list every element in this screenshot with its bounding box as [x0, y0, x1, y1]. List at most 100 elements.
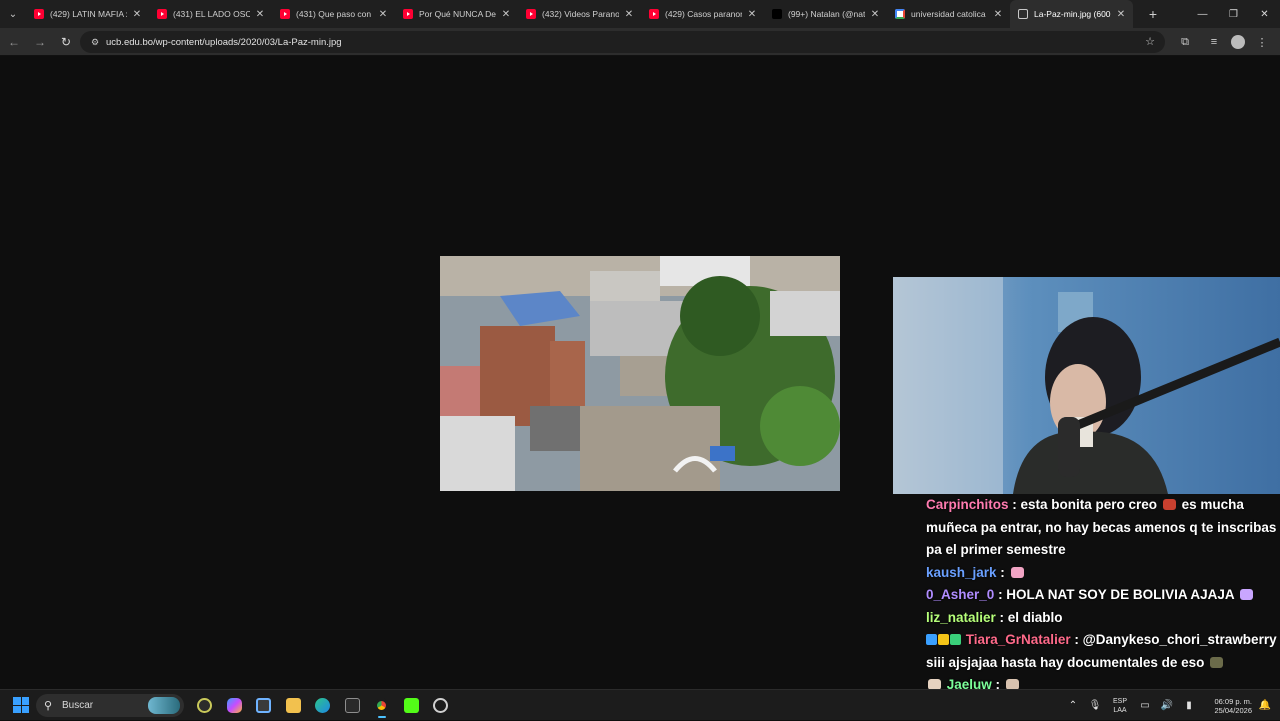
browser-tab[interactable]: (431) EL LADO OSCURO ✕: [149, 0, 272, 28]
system-tray: ⌃ 🎙 ESP LAA ▭ 🔊 ▮ 06:09 p. m. 25/04/2026 🔔: [1062, 690, 1274, 721]
chat-badge-icon: [926, 634, 937, 645]
browser-tab[interactable]: Por Qué NUNCA Deb ✕: [395, 0, 518, 28]
taskbar-search-box[interactable]: ⚲ Buscar: [36, 694, 184, 717]
chat-emote-icon: [1239, 589, 1253, 600]
tab-title: Por Qué NUNCA Deb: [419, 9, 496, 19]
taskbar-app-obs[interactable]: [426, 693, 456, 718]
chat-username[interactable]: Jaeluw: [947, 677, 992, 689]
input-language[interactable]: ESP LAA: [1106, 697, 1134, 715]
chat-emote-icon: [928, 679, 941, 689]
tab-title: La-Paz-min.jpg (600: [1034, 9, 1111, 19]
browser-tab[interactable]: La-Paz-min.jpg (600 ✕: [1010, 0, 1133, 28]
chat-username[interactable]: liz_natalier: [926, 610, 996, 625]
google-icon: [895, 9, 905, 19]
chat-message: kaush_jark :: [922, 562, 1280, 585]
close-window-icon[interactable]: ✕: [1249, 0, 1280, 28]
kick-icon: [403, 698, 419, 713]
battery-icon[interactable]: ▮: [1178, 700, 1200, 711]
chat-emote-icon: [1210, 656, 1224, 668]
minimize-icon[interactable]: —: [1187, 0, 1218, 28]
media-controls-icon[interactable]: ≡: [1202, 30, 1226, 54]
copilot-icon: [226, 698, 242, 713]
chat-text: :: [991, 677, 1004, 689]
browser-tab[interactable]: universidad catolica b ✕: [887, 0, 1010, 28]
chat-username[interactable]: Carpinchitos: [926, 497, 1009, 512]
chat-message: liz_natalier : el diablo: [922, 607, 1280, 630]
chat-username[interactable]: 0_Asher_0: [926, 587, 994, 602]
taskbar-app-kick[interactable]: [397, 693, 427, 718]
chat-text: : esta bonita pero creo: [1008, 497, 1161, 512]
tab-title: (429) Casos paranorm: [665, 9, 742, 19]
page-viewport: Carpinchitos : esta bonita pero creo es …: [0, 57, 1280, 689]
restore-icon[interactable]: ❐: [1218, 0, 1249, 28]
clock[interactable]: 06:09 p. m. 25/04/2026: [1200, 697, 1252, 715]
obs-icon: [433, 698, 449, 713]
lang-line-1: ESP: [1112, 697, 1127, 705]
tab-close-icon[interactable]: ✕: [746, 9, 758, 20]
taskbar-app-copilot[interactable]: [220, 693, 250, 718]
new-tab-button[interactable]: +: [1141, 6, 1165, 22]
chat-text: : el diablo: [995, 609, 1063, 625]
browser-tab[interactable]: (429) Casos paranorm ✕: [641, 0, 764, 28]
youtube-icon: [280, 9, 290, 19]
tab-title: (431) EL LADO OSCURO: [173, 9, 250, 19]
tab-close-icon[interactable]: ✕: [869, 9, 881, 20]
clock-time: 06:09 p. m.: [1214, 696, 1252, 706]
tab-close-icon[interactable]: ✕: [377, 9, 389, 20]
tray-overflow-chevron-icon[interactable]: ⌃: [1062, 700, 1084, 711]
youtube-icon: [34, 9, 44, 19]
browser-tab[interactable]: (429) LATIN MAFIA x ✕: [26, 0, 149, 28]
forward-button[interactable]: →: [28, 30, 52, 54]
browser-tab[interactable]: (431) Que paso con e ✕: [272, 0, 395, 28]
chat-message: Jaeluw :: [922, 674, 1280, 689]
tab-close-icon[interactable]: ✕: [623, 9, 635, 20]
toolbar-actions: ⧉ ≡ ⋮: [1168, 30, 1274, 54]
windows-taskbar: ⚲ Buscar ⌃ 🎙 ESP LAA ▭ 🔊 ▮ 06:09 p. m. 25/…: [0, 689, 1280, 720]
menu-icon[interactable]: ⋮: [1250, 30, 1274, 54]
browser-tab[interactable]: (432) Videos Paranor ✕: [518, 0, 641, 28]
tab-title: (432) Videos Paranor: [542, 9, 619, 19]
volume-icon[interactable]: 🔊: [1156, 700, 1178, 711]
browser-tab[interactable]: (99+) Natalan (@nata ✕: [764, 0, 887, 28]
tiktok-icon: [772, 9, 782, 19]
taskbar-app-edge[interactable]: [308, 693, 338, 718]
folder-icon: [285, 698, 301, 713]
chrome-icon: [374, 698, 390, 713]
reload-button[interactable]: ↻: [54, 30, 78, 54]
address-bar[interactable]: ⚙ ucb.edu.bo/wp-content/uploads/2020/03/…: [80, 31, 1165, 53]
chat-message: Tiara_GrNatalier : @Danykeso_chori_straw…: [922, 629, 1280, 674]
taskbar-app-explorer[interactable]: [279, 693, 309, 718]
profile-avatar[interactable]: [1231, 35, 1245, 49]
tab-close-icon[interactable]: ✕: [500, 9, 512, 20]
taskbar-app-store[interactable]: [249, 693, 279, 718]
taskbar-app-widgets[interactable]: [190, 693, 220, 718]
globe-icon: [1018, 9, 1028, 19]
taskbar-app-chrome[interactable]: [367, 693, 397, 718]
url-text[interactable]: ucb.edu.bo/wp-content/uploads/2020/03/La…: [106, 37, 342, 48]
taskbar-app-xbox[interactable]: [338, 693, 368, 718]
tab-title: universidad catolica b: [911, 9, 988, 19]
chat-username[interactable]: Tiara_GrNatalier: [966, 632, 1071, 647]
tab-search-chevron-icon[interactable]: ⌄: [0, 0, 26, 28]
start-button[interactable]: [13, 697, 29, 713]
lang-line-2: LAA: [1113, 706, 1127, 714]
notifications-icon[interactable]: 🔔: [1256, 700, 1274, 711]
back-button[interactable]: ←: [2, 30, 26, 54]
tab-close-icon[interactable]: ✕: [254, 9, 266, 20]
chat-message: Carpinchitos : esta bonita pero creo es …: [922, 494, 1280, 562]
tab-close-icon[interactable]: ✕: [131, 9, 143, 20]
tab-title: (429) LATIN MAFIA x: [50, 9, 127, 19]
chat-text: :: [996, 564, 1009, 580]
tab-list: (429) LATIN MAFIA x✕(431) EL LADO OSCURO…: [26, 0, 1133, 28]
chat-username[interactable]: kaush_jark: [926, 565, 997, 580]
tab-close-icon[interactable]: ✕: [1115, 9, 1127, 20]
extensions-icon[interactable]: ⧉: [1173, 30, 1197, 54]
site-info-icon[interactable]: ⚙: [84, 37, 106, 48]
campus-aerial-photo: [440, 256, 840, 491]
bookmark-star-icon[interactable]: ☆: [1145, 35, 1155, 48]
search-highlight-icon: [148, 697, 180, 714]
microphone-icon[interactable]: 🎙: [1084, 700, 1106, 711]
edge-icon: [315, 698, 331, 713]
tab-close-icon[interactable]: ✕: [992, 9, 1004, 20]
network-icon[interactable]: ▭: [1134, 700, 1156, 711]
